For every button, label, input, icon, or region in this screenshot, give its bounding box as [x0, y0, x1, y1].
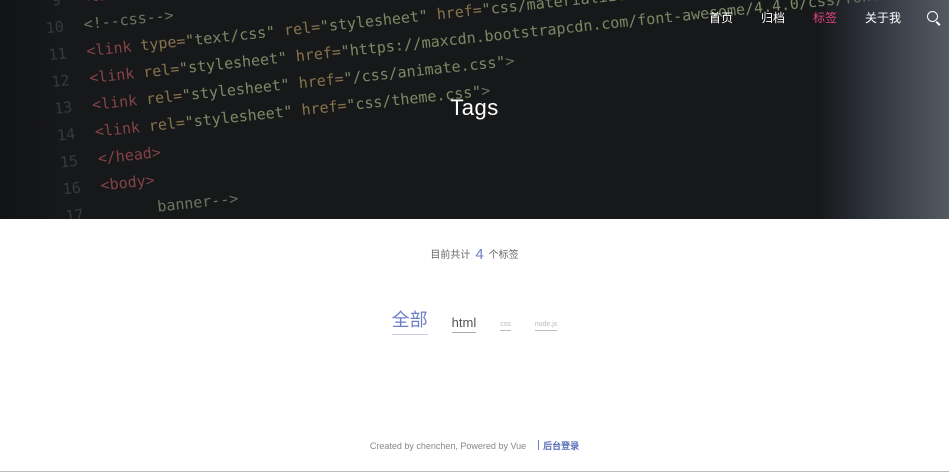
tag-count-summary: 目前共计 4 个标签: [0, 246, 949, 263]
tag-css[interactable]: css: [500, 321, 511, 331]
nav-archive[interactable]: 归档: [761, 10, 785, 26]
page-title: Tags: [450, 95, 499, 120]
admin-login-link[interactable]: 后台登录: [543, 441, 579, 451]
footer-divider: [538, 440, 540, 450]
tag-cloud: 全部 html css node.js: [0, 306, 949, 335]
footer: Created by chenchen, Powered by Vue 后台登录: [0, 439, 949, 452]
nav-home[interactable]: 首页: [709, 10, 733, 26]
tag-nodejs[interactable]: node.js: [534, 321, 558, 331]
tag-count: 4: [475, 246, 484, 263]
nav-about[interactable]: 关于我: [865, 10, 901, 26]
count-prefix: 目前共计: [430, 250, 471, 261]
top-nav: 首页 归档 标签 关于我: [709, 10, 941, 26]
search-icon[interactable]: [927, 11, 941, 25]
hero-banner: 9<link rel="icon" href="/favicon.ico" ty…: [0, 0, 949, 219]
tag-all[interactable]: 全部: [391, 306, 428, 335]
footer-credit: Created by chenchen, Powered by Vue: [369, 441, 527, 451]
tag-html[interactable]: html: [451, 315, 477, 333]
nav-tags[interactable]: 标签: [813, 10, 837, 26]
count-suffix: 个标签: [488, 250, 519, 261]
